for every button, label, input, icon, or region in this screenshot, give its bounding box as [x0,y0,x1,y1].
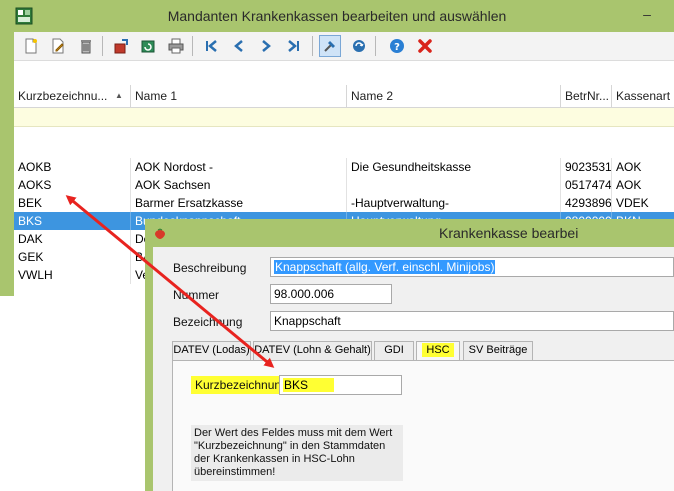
cell-name2: -Hauptverwaltung- [347,194,561,212]
minimize-button[interactable]: – [636,4,658,24]
import-icon[interactable] [110,35,132,57]
export-refresh-icon[interactable] [137,35,159,57]
last-record-icon[interactable] [283,35,305,57]
cell-kurzbezeichnung: AOKS [14,176,131,194]
print-icon[interactable] [165,35,187,57]
cell-kurzbezeichnung: GEK [14,248,131,266]
bezeichnung-label: Bezeichnung [173,315,243,329]
cell-kurzbezeichnung: BEK [14,194,131,212]
krankenkasse-dialog: Krankenkasse bearbei Beschreibung Knapps… [145,219,674,491]
cell-kurzbezeichnung: BKS [14,212,131,230]
cell-betrnr: 90235319 [561,158,612,176]
cell-name1: AOK Sachsen [131,176,347,194]
sync-icon[interactable] [348,35,370,57]
cell-betrnr: 42938966 [561,194,612,212]
tab-gdi[interactable]: GDI [374,341,414,360]
cell-kurzbezeichnung: DAK [14,230,131,248]
toolbar-separator [312,36,313,56]
tab-sv-beitraege[interactable]: SV Beiträge [463,341,533,360]
dialog-body: Beschreibung Knappschaft (allg. Verf. ei… [153,247,674,491]
filter-bar[interactable] [14,61,674,84]
toolbar-separator [192,36,193,56]
toolbar-separator [102,36,103,56]
previous-record-icon[interactable] [228,35,250,57]
bezeichnung-input[interactable]: Knappschaft [270,311,674,331]
cell-kurzbezeichnung: AOKB [14,158,131,176]
beschreibung-input[interactable]: Knappschaft (allg. Verf. einschl. Minijo… [270,257,674,277]
cell-kassenart: AOK [616,178,642,192]
toolbar: ? [14,32,674,61]
cell-name2: Die Gesundheitskasse [347,158,561,176]
help-icon[interactable]: ? [386,35,408,57]
sort-ascending-icon: ▲ [115,91,123,100]
cell-betrnr: 05174740 [561,176,612,194]
kurzbezeichnung-label: Kurzbezeichnung [191,376,292,394]
svg-text:?: ? [394,42,400,53]
cell-kassenart: AOK [616,160,642,174]
nummer-input[interactable]: 98.000.006 [270,284,392,304]
delete-trash-icon[interactable] [75,35,97,57]
column-header-name2[interactable]: Name 2 [347,85,561,107]
tools-hammer-icon[interactable] [319,35,341,57]
grid-filter-row[interactable] [14,108,674,127]
table-row[interactable]: AOKSAOK Sachsen 05174740 AOK [14,176,674,194]
column-header-kurzbezeichnung[interactable]: Kurzbezeichnu... ▲ [14,85,131,107]
kurzbezeichnung-value: BKS [283,378,335,392]
beschreibung-label: Beschreibung [173,261,247,275]
tab-datev-lohn-gehalt[interactable]: DATEV (Lohn & Gehalt) [253,341,372,360]
next-record-icon[interactable] [255,35,277,57]
tab-datev-lodas[interactable]: DATEV (Lodas) [172,341,251,360]
toolbar-separator [375,36,376,56]
column-header-betrnr[interactable]: BetrNr... [561,85,612,107]
cell-name2 [347,176,561,194]
main-window-title: Mandanten Krankenkassen bearbeiten und a… [167,8,507,24]
edit-document-icon[interactable] [47,35,69,57]
main-window-titlebar[interactable]: Mandanten Krankenkassen bearbeiten und a… [0,0,674,32]
kurzbezeichnung-input[interactable]: BKS [279,375,402,395]
cell-kassenart: VDEK [616,196,649,210]
beschreibung-value: Knappschaft (allg. Verf. einschl. Minijo… [274,260,496,274]
strawberry-app-icon [155,228,165,239]
cell-name1: Barmer Ersatzkasse [131,194,347,212]
hsc-hint-text: Der Wert des Feldes muss mit dem Wert "K… [191,425,403,481]
cell-name1: AOK Nordost - [131,158,347,176]
tab-hsc[interactable]: HSC [416,341,460,361]
dialog-title: Krankenkasse bearbei [439,225,579,241]
table-row[interactable]: BEK Barmer Ersatzkasse -Hauptverwaltung- 42… [14,194,674,212]
new-document-icon[interactable] [20,35,42,57]
cancel-x-icon[interactable] [414,35,436,57]
table-row[interactable]: AOKB AOK Nordost - Die Gesundheitskasse 902… [14,158,674,176]
cell-kurzbezeichnung: VWLH [14,266,131,284]
nummer-label: Nummer [173,288,220,302]
grid-header: Kurzbezeichnu... ▲ Name 1 Name 2 BetrNr..… [14,85,674,108]
column-header-kassenart[interactable]: Kassenart [612,85,674,107]
first-record-icon[interactable] [200,35,222,57]
column-header-name1[interactable]: Name 1 [131,85,347,107]
